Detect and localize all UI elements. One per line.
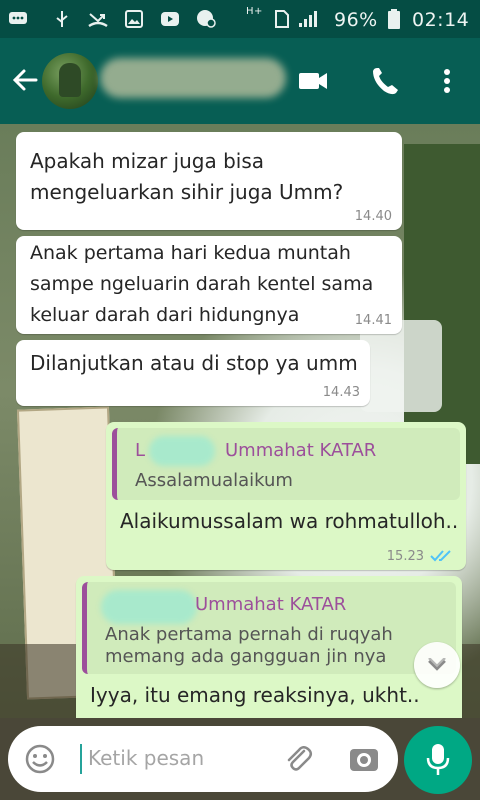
chat-notification-icon bbox=[8, 9, 28, 29]
messenger-icon bbox=[196, 9, 216, 29]
double-check-icon bbox=[430, 548, 452, 562]
quote-author: Ummahat KATAR bbox=[225, 440, 377, 461]
more-vert-icon[interactable] bbox=[430, 64, 464, 98]
mic-button[interactable] bbox=[404, 726, 472, 794]
outgoing-message[interactable]: Ummahat KATAR Anak pertama pernah di ruq… bbox=[76, 576, 462, 718]
message-text: Anak pertama hari kedua muntah sampe nge… bbox=[30, 242, 374, 326]
contact-name-redacted[interactable] bbox=[100, 58, 286, 98]
missed-call-icon bbox=[88, 9, 108, 29]
wallpaper-tree bbox=[404, 144, 480, 464]
back-arrow-icon[interactable] bbox=[8, 62, 44, 98]
quoted-message[interactable]: Ummahat KATAR Anak pertama pernah di ruq… bbox=[82, 582, 456, 674]
network-type-label: H+ bbox=[246, 6, 263, 17]
scroll-down-button[interactable] bbox=[414, 642, 460, 688]
avatar[interactable] bbox=[42, 53, 98, 109]
mic-icon bbox=[426, 744, 450, 775]
usb-icon bbox=[52, 9, 72, 29]
message-input[interactable]: Ketik pesan bbox=[8, 726, 398, 792]
chevron-down-icon bbox=[428, 658, 446, 671]
input-bar: Ketik pesan bbox=[0, 718, 480, 800]
quote-author-prefix: L bbox=[135, 440, 146, 461]
quote-text: Assalamualaikum bbox=[135, 470, 293, 491]
message-time: 14.43 bbox=[322, 385, 360, 400]
message-text: Alaikumussalam wa rohmatulloh.. bbox=[120, 509, 459, 533]
incoming-message[interactable]: Dilanjutkan atau di stop ya umm 14.43 bbox=[16, 340, 370, 406]
incoming-message[interactable]: Anak pertama hari kedua muntah sampe nge… bbox=[16, 236, 402, 334]
outgoing-message[interactable]: L Ummahat KATAR Assalamualaikum Alaikumu… bbox=[106, 422, 466, 570]
camera-icon[interactable] bbox=[348, 743, 380, 775]
videocam-icon[interactable] bbox=[296, 64, 330, 98]
battery-percent: 96% bbox=[334, 9, 378, 31]
quoted-message[interactable]: L Ummahat KATAR Assalamualaikum bbox=[112, 428, 460, 500]
quote-text: Anak pertama pernah di ruqyah memang ada… bbox=[105, 624, 393, 667]
input-placeholder: Ketik pesan bbox=[88, 746, 205, 770]
status-bar: H+ 96% 02:14 bbox=[0, 0, 480, 38]
message-text: Dilanjutkan atau di stop ya umm bbox=[30, 351, 358, 375]
emoji-icon[interactable] bbox=[24, 743, 56, 775]
message-text: Apakah mizar juga bisa mengeluarkan sihi… bbox=[30, 149, 344, 204]
quote-author: Ummahat KATAR bbox=[195, 594, 347, 615]
redacted-name-blob bbox=[101, 590, 197, 624]
text-caret bbox=[80, 744, 82, 774]
chat-area[interactable]: Apakah mizar juga bisa mengeluarkan sihi… bbox=[0, 124, 480, 718]
battery-icon bbox=[384, 9, 404, 29]
attach-icon[interactable] bbox=[282, 743, 314, 775]
phone-icon[interactable] bbox=[368, 64, 402, 98]
clock: 02:14 bbox=[412, 9, 470, 31]
message-time: 14.41 bbox=[354, 313, 392, 328]
redacted-name-blob bbox=[149, 436, 215, 466]
message-time: 14.40 bbox=[354, 209, 392, 224]
youtube-icon bbox=[160, 9, 180, 29]
message-time: 15.23 bbox=[386, 549, 424, 564]
signal-icon bbox=[298, 9, 318, 29]
chat-header bbox=[0, 38, 480, 124]
sim-icon bbox=[272, 9, 292, 29]
incoming-message[interactable]: Apakah mizar juga bisa mengeluarkan sihi… bbox=[16, 132, 402, 230]
message-text: Iyya, itu emang reaksinya, ukht.. bbox=[90, 683, 420, 707]
gallery-icon bbox=[124, 9, 144, 29]
